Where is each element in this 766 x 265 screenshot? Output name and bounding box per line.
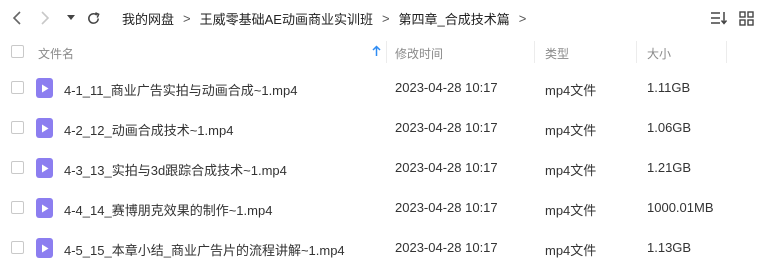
- table-row[interactable]: 4-2_12_动画合成技术~1.mp4 2023-04-28 10:17 mp4…: [0, 108, 766, 148]
- file-modified-time: 2023-04-28 10:17: [395, 120, 498, 135]
- file-modified-time: 2023-04-28 10:17: [395, 200, 498, 215]
- column-header-modified[interactable]: 修改时间: [395, 45, 443, 62]
- grid-view-icon: [738, 10, 754, 26]
- file-type: mp4文件: [545, 163, 597, 178]
- chevron-right-icon: [41, 11, 50, 25]
- row-checkbox[interactable]: [11, 161, 24, 174]
- history-dropdown-button[interactable]: [64, 9, 78, 27]
- table-header: 文件名 修改时间 类型 大小: [0, 37, 766, 67]
- row-checkbox[interactable]: [11, 201, 24, 214]
- column-divider[interactable]: [386, 41, 387, 63]
- breadcrumb-item-my-drive[interactable]: 我的网盘: [122, 9, 174, 28]
- sort-order-button[interactable]: [710, 9, 728, 27]
- back-button[interactable]: [8, 9, 26, 27]
- file-size: 1.21GB: [647, 160, 692, 175]
- breadcrumb-item-chapter[interactable]: 第四章_合成技术篇: [399, 9, 510, 28]
- sort-ascending-icon[interactable]: [371, 44, 381, 58]
- refresh-button[interactable]: [84, 9, 102, 27]
- column-divider[interactable]: [726, 41, 727, 63]
- toolbar: 我的网盘 > 王威零基础AE动画商业实训班 > 第四章_合成技术篇 >: [0, 0, 766, 36]
- grid-view-button[interactable]: [737, 9, 755, 27]
- file-modified-time: 2023-04-28 10:17: [395, 240, 498, 255]
- file-name[interactable]: 4-1_11_商业广告实拍与动画合成~1.mp4: [64, 80, 297, 99]
- table-row[interactable]: 4-1_11_商业广告实拍与动画合成~1.mp4 2023-04-28 10:1…: [0, 68, 766, 108]
- caret-down-icon: [67, 15, 75, 20]
- table-row[interactable]: 4-4_14_赛博朋克效果的制作~1.mp4 2023-04-28 10:17 …: [0, 188, 766, 228]
- select-all-checkbox[interactable]: [11, 45, 24, 58]
- breadcrumb: 我的网盘 > 王威零基础AE动画商业实训班 > 第四章_合成技术篇 >: [122, 9, 535, 27]
- forward-button[interactable]: [36, 9, 54, 27]
- video-file-icon: [36, 238, 53, 258]
- sort-toggle-icon: [711, 12, 728, 25]
- file-size: 1.13GB: [647, 240, 692, 255]
- breadcrumb-separator: >: [518, 10, 527, 26]
- row-checkbox[interactable]: [11, 241, 24, 254]
- video-file-icon: [36, 118, 53, 138]
- table-row[interactable]: 4-3_13_实拍与3d跟踪合成技术~1.mp4 2023-04-28 10:1…: [0, 148, 766, 188]
- breadcrumb-separator: >: [381, 10, 390, 26]
- chevron-left-icon: [12, 11, 21, 25]
- video-file-icon: [36, 158, 53, 178]
- file-name[interactable]: 4-5_15_本章小结_商业广告片的流程讲解~1.mp4: [64, 240, 345, 259]
- file-type: mp4文件: [545, 203, 597, 218]
- file-name[interactable]: 4-3_13_实拍与3d跟踪合成技术~1.mp4: [64, 160, 287, 179]
- table-row[interactable]: 4-5_15_本章小结_商业广告片的流程讲解~1.mp4 2023-04-28 …: [0, 228, 766, 265]
- column-header-type[interactable]: 类型: [545, 45, 569, 62]
- breadcrumb-item-course[interactable]: 王威零基础AE动画商业实训班: [200, 9, 373, 28]
- column-divider[interactable]: [636, 41, 637, 63]
- file-modified-time: 2023-04-28 10:17: [395, 160, 498, 175]
- refresh-icon: [87, 11, 100, 24]
- column-header-size[interactable]: 大小: [647, 45, 671, 62]
- breadcrumb-separator: >: [183, 10, 191, 26]
- row-checkbox[interactable]: [11, 121, 24, 134]
- column-divider[interactable]: [534, 41, 535, 63]
- file-size: 1.11GB: [647, 80, 691, 95]
- file-size: 1000.01MB: [647, 200, 714, 215]
- video-file-icon: [36, 198, 53, 218]
- file-type: mp4文件: [545, 243, 597, 258]
- file-modified-time: 2023-04-28 10:17: [395, 80, 498, 95]
- file-type: mp4文件: [545, 83, 597, 98]
- file-type: mp4文件: [545, 123, 597, 138]
- file-size: 1.06GB: [647, 120, 692, 135]
- row-checkbox[interactable]: [11, 81, 24, 94]
- video-file-icon: [36, 78, 53, 98]
- file-name[interactable]: 4-2_12_动画合成技术~1.mp4: [64, 120, 233, 139]
- file-name[interactable]: 4-4_14_赛博朋克效果的制作~1.mp4: [64, 200, 272, 219]
- column-header-name[interactable]: 文件名: [38, 45, 74, 62]
